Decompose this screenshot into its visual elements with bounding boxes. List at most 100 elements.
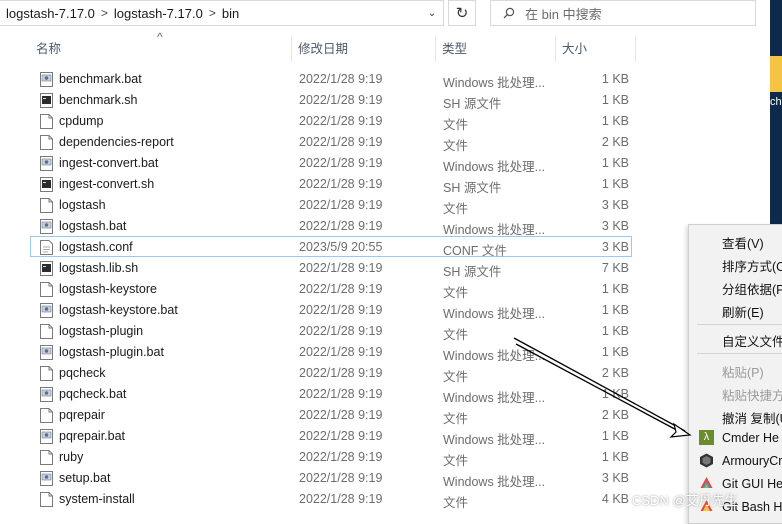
file-row[interactable]: ingest-convert.sh 2022/1/28 9:19 SH 源文件 1 K… bbox=[30, 173, 632, 195]
file-row[interactable]: cpdump 2022/1/28 9:19 文件 1 KB bbox=[30, 110, 632, 132]
refresh-icon[interactable]: ↻ bbox=[448, 0, 476, 26]
file-name: benchmark.sh bbox=[59, 93, 138, 107]
address-bar[interactable]: logstash-7.17.0 > logstash-7.17.0 > bin … bbox=[0, 0, 444, 26]
file-row[interactable]: logstash-keystore.bat 2022/1/28 9:19 Windo… bbox=[30, 299, 632, 321]
file-row[interactable]: pqcheck 2022/1/28 9:19 文件 2 KB bbox=[30, 362, 632, 384]
file-size: 1 KB bbox=[601, 450, 629, 464]
search-input[interactable]: 在 bin 中搜索 bbox=[490, 0, 756, 26]
shell-file-icon bbox=[40, 177, 53, 192]
column-header-type[interactable]: 类型 bbox=[436, 36, 556, 62]
file-row[interactable]: dependencies-report 2022/1/28 9:19 文件 2 KB bbox=[30, 131, 632, 153]
breadcrumb-separator[interactable]: > bbox=[209, 6, 216, 20]
file-name: setup.bat bbox=[59, 471, 111, 485]
file-date: 2022/1/28 9:19 bbox=[299, 450, 383, 464]
file-date: 2022/1/28 9:19 bbox=[299, 303, 383, 317]
file-row[interactable]: logstash-keystore 2022/1/28 9:19 文件 1 KB bbox=[30, 278, 632, 300]
file-row[interactable]: logstash.bat 2022/1/28 9:19 Windows 批处理...… bbox=[30, 215, 632, 237]
file-row[interactable]: logstash 2022/1/28 9:19 文件 3 KB bbox=[30, 194, 632, 216]
file-icon bbox=[40, 408, 53, 423]
file-date: 2022/1/28 9:19 bbox=[299, 408, 383, 422]
file-date: 2023/5/9 20:55 bbox=[299, 240, 383, 254]
file-row[interactable]: benchmark.bat 2022/1/28 9:19 Windows 批处理..… bbox=[30, 68, 632, 90]
file-type: 文件 bbox=[443, 496, 469, 510]
breadcrumb-2[interactable]: logstash-7.17.0 bbox=[114, 6, 203, 21]
file-row[interactable]: pqrepair 2022/1/28 9:19 文件 2 KB bbox=[30, 404, 632, 426]
file-size: 3 KB bbox=[601, 471, 629, 485]
file-name: logstash.lib.sh bbox=[59, 261, 139, 275]
menu-item-armoury[interactable]: ArmouryCr bbox=[722, 454, 782, 468]
file-date: 2022/1/28 9:19 bbox=[299, 387, 383, 401]
file-date: 2022/1/28 9:19 bbox=[299, 429, 383, 443]
menu-item-git-gui[interactable]: Git GUI He bbox=[722, 477, 782, 491]
file-date: 2022/1/28 9:19 bbox=[299, 135, 383, 149]
file-name: logstash bbox=[59, 198, 106, 212]
file-size: 1 KB bbox=[601, 72, 629, 86]
file-size: 4 KB bbox=[601, 492, 629, 506]
file-row[interactable]: setup.bat 2022/1/28 9:19 Windows 批处理... 3 K… bbox=[30, 467, 632, 489]
batch-file-icon bbox=[40, 303, 53, 318]
file-size: 1 KB bbox=[601, 156, 629, 170]
file-name: pqrepair bbox=[59, 408, 105, 422]
file-date: 2022/1/28 9:19 bbox=[299, 219, 383, 233]
file-size: 1 KB bbox=[601, 114, 629, 128]
file-row[interactable]: benchmark.sh 2022/1/28 9:19 SH 源文件 1 KB bbox=[30, 89, 632, 111]
file-size: 1 KB bbox=[601, 177, 629, 191]
file-name: pqcheck.bat bbox=[59, 387, 127, 401]
file-date: 2022/1/28 9:19 bbox=[299, 93, 383, 107]
batch-file-icon bbox=[40, 345, 53, 360]
desktop-folder-icon[interactable] bbox=[770, 56, 782, 92]
file-size: 1 KB bbox=[601, 387, 629, 401]
file-row[interactable]: system-install 2022/1/28 9:19 文件 4 KB bbox=[30, 488, 632, 510]
file-row[interactable]: logstash.lib.sh 2022/1/28 9:19 SH 源文件 7 KB bbox=[30, 257, 632, 279]
menu-item-view[interactable]: 查看(V) bbox=[722, 233, 764, 252]
file-date: 2022/1/28 9:19 bbox=[299, 72, 383, 86]
file-icon bbox=[40, 492, 53, 507]
column-header-size[interactable]: 大小 bbox=[556, 36, 636, 62]
batch-file-icon bbox=[40, 219, 53, 234]
file-row[interactable]: pqrepair.bat 2022/1/28 9:19 Windows 批处理...… bbox=[30, 425, 632, 447]
file-date: 2022/1/28 9:19 bbox=[299, 261, 383, 275]
column-header-date[interactable]: 修改日期 bbox=[292, 36, 436, 62]
file-row[interactable]: logstash-plugin 2022/1/28 9:19 文件 1 KB bbox=[30, 320, 632, 342]
file-size: 3 KB bbox=[601, 219, 629, 233]
file-name: ingest-convert.bat bbox=[59, 156, 159, 170]
file-row[interactable]: logstash.conf 2023/5/9 20:55 CONF 文件 3 KB bbox=[30, 236, 632, 258]
menu-item-customize[interactable]: 自定义文件 bbox=[722, 331, 782, 350]
file-name: logstash.conf bbox=[59, 240, 133, 254]
armoury-crate-icon bbox=[700, 453, 713, 468]
file-row[interactable]: ruby 2022/1/28 9:19 文件 1 KB bbox=[30, 446, 632, 468]
file-date: 2022/1/28 9:19 bbox=[299, 198, 383, 212]
column-header-row: ^ 名称 修改日期 类型 大小 bbox=[0, 30, 640, 62]
menu-item-undo[interactable]: 撤消 复制(U bbox=[722, 408, 782, 427]
file-size: 7 KB bbox=[601, 261, 629, 275]
file-row[interactable]: ingest-convert.bat 2022/1/28 9:19 Windows … bbox=[30, 152, 632, 174]
file-icon bbox=[40, 450, 53, 465]
file-row[interactable]: logstash-plugin.bat 2022/1/28 9:19 Windows… bbox=[30, 341, 632, 363]
breadcrumb-3[interactable]: bin bbox=[222, 6, 239, 21]
breadcrumb-separator[interactable]: > bbox=[101, 6, 108, 20]
menu-item-group[interactable]: 分组依据(P) bbox=[722, 279, 782, 298]
file-name: logstash-keystore.bat bbox=[59, 303, 178, 317]
file-name: pqrepair.bat bbox=[59, 429, 126, 443]
column-header-name[interactable]: 名称 bbox=[30, 36, 292, 62]
file-name: cpdump bbox=[59, 114, 104, 128]
breadcrumb-1[interactable]: logstash-7.17.0 bbox=[6, 6, 95, 21]
file-name: pqcheck bbox=[59, 366, 106, 380]
file-date: 2022/1/28 9:19 bbox=[299, 177, 383, 191]
file-icon bbox=[40, 114, 53, 129]
menu-item-paste[interactable]: 粘贴(P) bbox=[722, 362, 764, 381]
file-row[interactable]: pqcheck.bat 2022/1/28 9:19 Windows 批处理... 1… bbox=[30, 383, 632, 405]
batch-file-icon bbox=[40, 471, 53, 486]
file-size: 1 KB bbox=[601, 303, 629, 317]
menu-item-refresh[interactable]: 刷新(E) bbox=[722, 302, 764, 321]
menu-divider bbox=[697, 353, 782, 354]
file-date: 2022/1/28 9:19 bbox=[299, 324, 383, 338]
git-gui-icon bbox=[700, 477, 713, 488]
batch-file-icon bbox=[40, 72, 53, 87]
conf-file-icon bbox=[40, 240, 53, 255]
menu-item-paste-shortcut[interactable]: 粘贴快捷方 bbox=[722, 385, 782, 404]
chevron-down-icon[interactable]: ⌄ bbox=[421, 1, 443, 25]
menu-item-sort[interactable]: 排序方式(O bbox=[722, 256, 782, 275]
menu-item-cmder[interactable]: Cmder He bbox=[722, 431, 779, 445]
file-size: 1 KB bbox=[601, 282, 629, 296]
